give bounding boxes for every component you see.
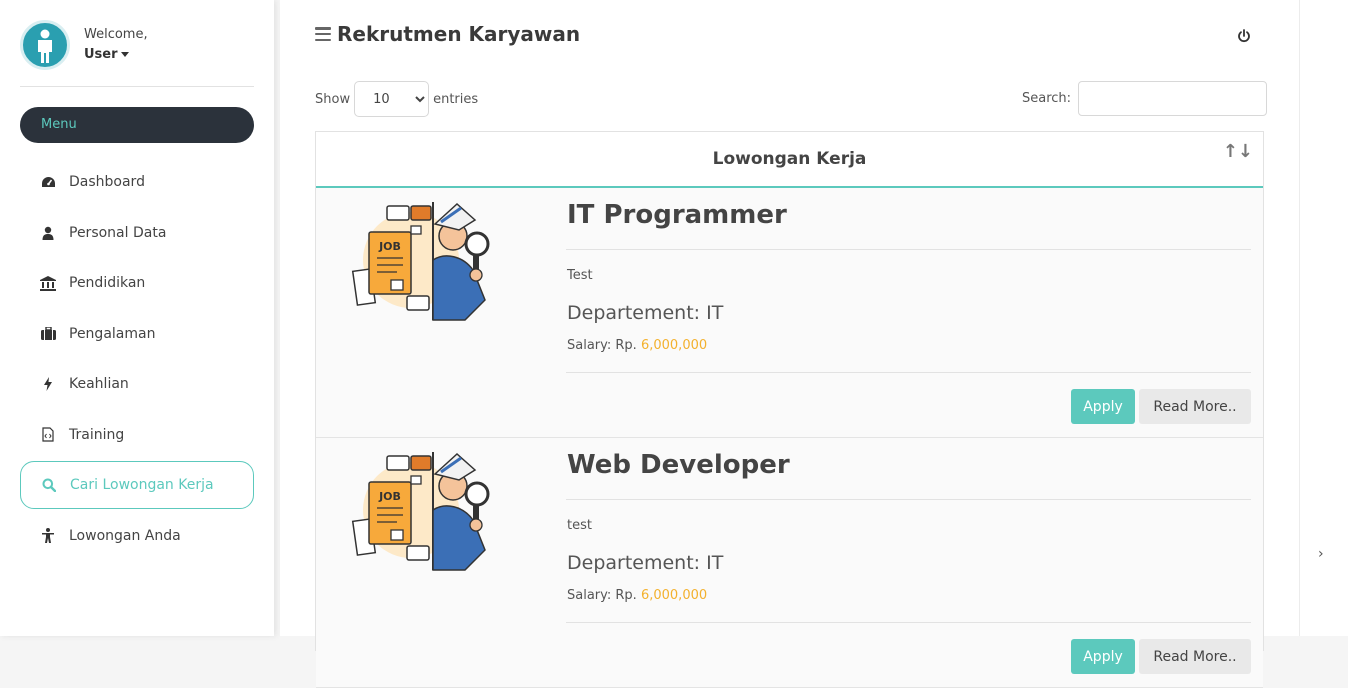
power-icon[interactable] (1236, 28, 1252, 44)
sidebar-item-label: Training (69, 426, 125, 443)
svg-text:JOB: JOB (378, 240, 401, 253)
search-icon (41, 477, 57, 493)
file-code-icon (40, 427, 56, 443)
dashboard-icon (40, 174, 56, 190)
person-icon (40, 528, 56, 544)
read-more-button[interactable]: Read More.. (1139, 639, 1251, 674)
divider (566, 499, 1251, 500)
job-search-illustration: JOB (349, 450, 509, 575)
caret-down-icon (120, 52, 129, 57)
show-label: Show (315, 91, 351, 107)
apply-button[interactable]: Apply (1071, 389, 1135, 424)
salary-amount: 6,000,000 (640, 588, 708, 603)
job-description: test (567, 518, 592, 533)
sidebar-item-pengalaman[interactable]: Pengalaman (20, 310, 254, 358)
sidebar-item-personal-data[interactable]: Personal Data (20, 209, 254, 257)
job-department: Departement: IT (567, 302, 724, 324)
sidebar-item-keahlian[interactable]: Keahlian (20, 360, 254, 408)
divider (566, 622, 1251, 623)
user-profile: Welcome, User (20, 20, 254, 87)
job-salary: Salary: Rp. 6,000,000 (567, 338, 707, 353)
salary-amount: 6,000,000 (640, 338, 708, 353)
sort-icon[interactable]: ↑↓ (1223, 142, 1253, 162)
menu-header: Menu (20, 107, 254, 143)
sidebar-item-label: Dashboard (69, 174, 145, 190)
divider (566, 249, 1251, 250)
welcome-text: Welcome, (84, 27, 148, 42)
svg-text:JOB: JOB (378, 490, 401, 503)
sidebar-item-label: Personal Data (69, 224, 167, 241)
sidebar-item-pendidikan[interactable]: Pendidikan (20, 259, 254, 307)
sidebar-item-label: Pendidikan (69, 275, 146, 291)
column-header[interactable]: Lowongan Kerja ↑↓ (316, 132, 1263, 188)
job-card: JOB (316, 438, 1263, 688)
salary-label: Salary: Rp. (567, 588, 637, 603)
job-department: Departement: IT (567, 552, 724, 574)
job-description: Test (567, 268, 593, 283)
sidebar-nav: Dashboard Personal Data Pendidikan Penga… (20, 158, 254, 562)
briefcase-icon (40, 326, 56, 342)
sidebar-item-cari-lowongan-kerja[interactable]: Cari Lowongan Kerja (20, 461, 254, 509)
sidebar-item-training[interactable]: Training (20, 411, 254, 459)
search-label: Search: (1022, 91, 1072, 106)
user-dropdown[interactable]: User (84, 47, 129, 62)
page-title-text: Rekrutmen Karyawan (337, 22, 581, 46)
sidebar-item-lowongan-anda[interactable]: Lowongan Anda (20, 512, 254, 560)
chevron-right-icon[interactable]: › (1318, 546, 1324, 562)
sidebar-item-label: Cari Lowongan Kerja (70, 477, 214, 493)
sidebar-item-label: Keahlian (69, 376, 129, 392)
apply-button[interactable]: Apply (1071, 639, 1135, 674)
sidebar-item-dashboard[interactable]: Dashboard (20, 158, 254, 206)
search-input[interactable] (1078, 81, 1268, 116)
page-title: Rekrutmen Karyawan (315, 22, 580, 46)
job-search-illustration: JOB (349, 200, 509, 325)
sidebar-item-label: Lowongan Anda (69, 527, 181, 544)
sidebar: Welcome, User Menu Dashboard Personal Da… (0, 0, 274, 636)
jobs-table: Lowongan Kerja ↑↓ JOB IT Programmer Test… (315, 131, 1264, 688)
job-title: IT Programmer (567, 200, 787, 230)
salary-label: Salary: Rp. (567, 338, 637, 353)
main-content: Rekrutmen Karyawan Show 10 entries Searc… (280, 0, 1299, 688)
divider (566, 372, 1251, 373)
user-name: User (84, 47, 118, 62)
show-entries: Show 10 entries (315, 81, 478, 117)
job-title: Web Developer (567, 450, 790, 480)
institution-icon (40, 275, 56, 291)
sidebar-item-label: Pengalaman (69, 325, 156, 342)
bolt-icon (40, 376, 56, 392)
job-salary: Salary: Rp. 6,000,000 (567, 588, 707, 603)
entries-select[interactable]: 10 (354, 81, 430, 117)
read-more-button[interactable]: Read More.. (1139, 389, 1251, 424)
user-icon (40, 225, 56, 241)
column-header-label: Lowongan Kerja (712, 149, 867, 169)
entries-label: entries (433, 91, 479, 107)
hamburger-menu-icon[interactable] (315, 27, 331, 41)
job-card: JOB (316, 188, 1263, 438)
avatar[interactable] (20, 20, 70, 70)
right-panel (1299, 0, 1348, 636)
table-search: Search: (1022, 81, 1268, 116)
